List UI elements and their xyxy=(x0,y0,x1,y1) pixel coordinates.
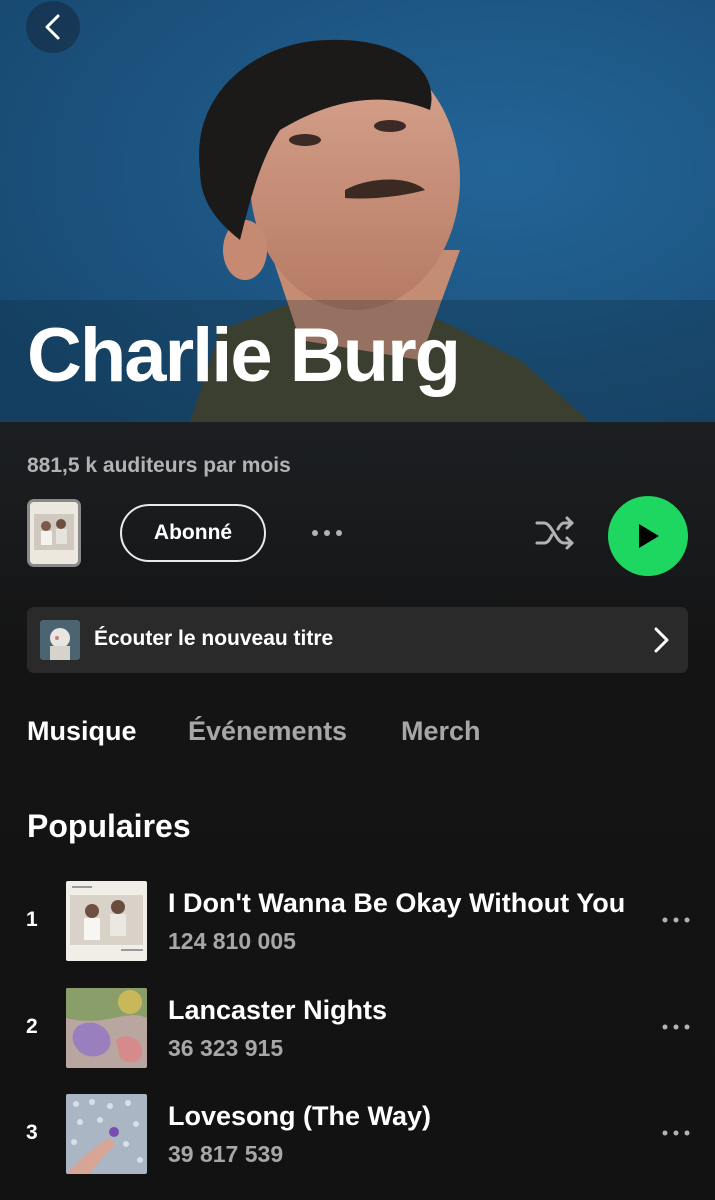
track-play-count: 39 817 539 xyxy=(168,1141,284,1167)
tab-evenements[interactable]: Événements xyxy=(188,716,347,747)
track-rank: 3 xyxy=(26,1121,38,1144)
track-more-button[interactable] xyxy=(656,1015,696,1039)
more-dots-icon xyxy=(662,1130,690,1136)
track-row[interactable]: 2 Lancaster Nights 36 323 915 xyxy=(0,987,715,1071)
track-rank: 1 xyxy=(26,908,38,931)
follow-button[interactable]: Abonné xyxy=(120,504,266,562)
more-dots-icon xyxy=(662,1024,690,1030)
track-play-count: 36 323 915 xyxy=(168,1035,284,1061)
back-chevron-icon xyxy=(45,14,60,40)
back-button[interactable] xyxy=(26,1,80,53)
track-more-button[interactable] xyxy=(656,908,696,932)
track-cover xyxy=(66,881,147,961)
track-cover xyxy=(66,988,147,1068)
track-title: Lovesong (The Way) xyxy=(168,1101,432,1131)
play-button[interactable] xyxy=(608,496,688,576)
chevron-right-icon xyxy=(654,627,669,653)
new-release-cover xyxy=(40,620,80,660)
artist-page: Charlie Burg 881,5 k auditeurs par mois … xyxy=(0,0,715,1200)
tab-musique[interactable]: Musique xyxy=(27,716,137,747)
new-release-banner[interactable]: Écouter le nouveau titre xyxy=(27,607,688,673)
monthly-listeners: 881,5 k auditeurs par mois xyxy=(27,454,291,477)
artist-name: Charlie Burg xyxy=(27,313,461,398)
artist-controls: Abonné xyxy=(0,496,715,576)
track-rank: 2 xyxy=(26,1015,38,1038)
artist-cover-thumbnail[interactable] xyxy=(27,499,81,567)
popular-section-title: Populaires xyxy=(27,808,191,844)
artist-hero: Charlie Burg xyxy=(0,0,715,422)
shuffle-button[interactable] xyxy=(530,510,580,556)
more-dots-icon xyxy=(312,530,342,536)
play-icon xyxy=(639,524,659,548)
track-play-count: 124 810 005 xyxy=(168,928,296,954)
album-cover-art xyxy=(30,502,78,564)
shuffle-icon xyxy=(535,516,574,550)
track-more-button[interactable] xyxy=(656,1121,696,1145)
track-row[interactable]: 1 I Don't Wanna Be Okay Without You 124 … xyxy=(0,880,715,964)
new-release-label: Écouter le nouveau titre xyxy=(94,627,334,650)
tab-merch[interactable]: Merch xyxy=(401,716,481,747)
track-title: I Don't Wanna Be Okay Without You xyxy=(168,888,626,918)
track-row[interactable]: 3 Lovesong (The Way) 39 817 539 xyxy=(0,1093,715,1177)
track-cover xyxy=(66,1094,147,1174)
track-title: Lancaster Nights xyxy=(168,995,388,1025)
more-dots-icon xyxy=(662,917,690,923)
more-options-button[interactable] xyxy=(306,518,348,548)
